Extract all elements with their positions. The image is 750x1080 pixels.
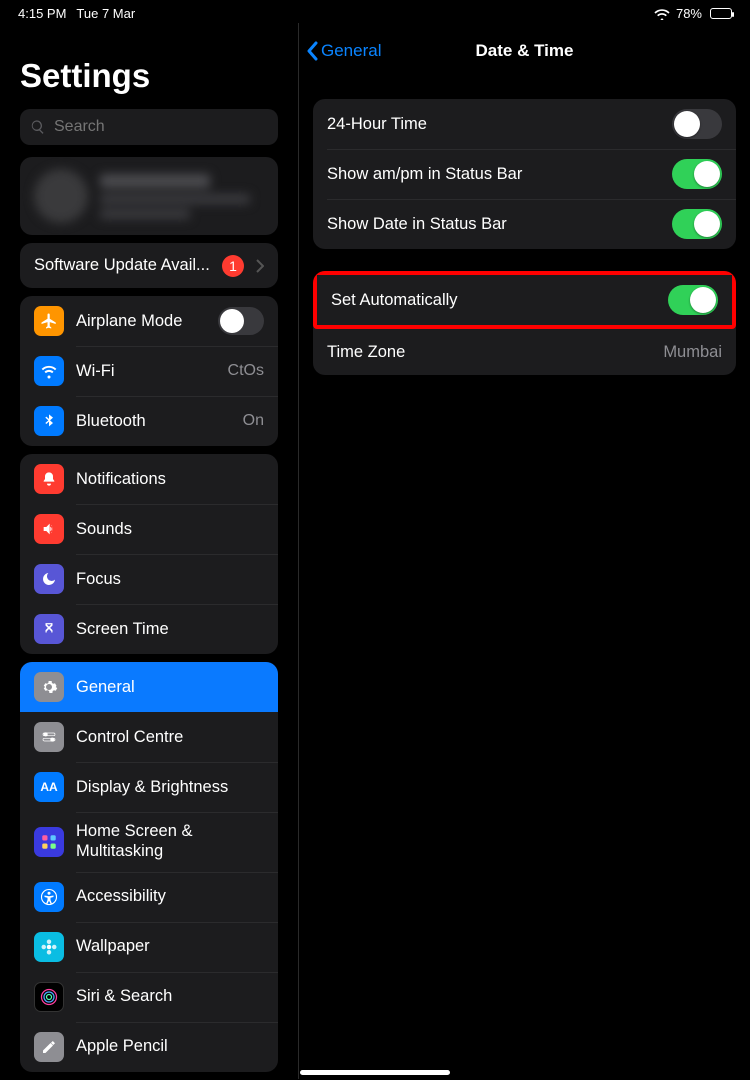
pencil-row[interactable]: Apple Pencil [20, 1022, 278, 1072]
set-automatically-toggle[interactable] [668, 285, 718, 315]
wallpaper-row[interactable]: Wallpaper [20, 922, 278, 972]
back-label: General [321, 41, 381, 61]
showdate-row[interactable]: Show Date in Status Bar [313, 199, 736, 249]
software-update-label: Software Update Avail... [34, 256, 210, 275]
wifi-label: Wi-Fi [76, 362, 216, 381]
wallpaper-label: Wallpaper [76, 937, 264, 956]
timezone-group: Set Automatically Time Zone Mumbai [313, 271, 736, 375]
ampm-row[interactable]: Show am/pm in Status Bar [313, 149, 736, 199]
grid-icon [34, 827, 64, 857]
siri-row[interactable]: Siri & Search [20, 972, 278, 1022]
homescreen-row[interactable]: Home Screen & Multitasking [20, 812, 278, 872]
ampm-toggle[interactable] [672, 159, 722, 189]
wifi-icon [654, 8, 670, 20]
battery-percent: 78% [676, 6, 702, 21]
apple-id-card[interactable] [20, 157, 278, 235]
search-field[interactable] [20, 109, 278, 145]
gear-icon [34, 672, 64, 702]
general-row[interactable]: General [20, 662, 278, 712]
avatar [34, 169, 88, 223]
update-badge: 1 [222, 255, 244, 277]
focus-label: Focus [76, 570, 264, 589]
bluetooth-row[interactable]: Bluetooth On [20, 396, 278, 446]
pencil-icon [34, 1032, 64, 1062]
airplane-icon [34, 306, 64, 336]
control-centre-label: Control Centre [76, 728, 264, 747]
home-indicator[interactable] [300, 1070, 450, 1075]
set-automatically-label: Set Automatically [331, 291, 656, 310]
search-input[interactable] [54, 118, 268, 136]
battery-icon [708, 8, 732, 19]
detail-pane: General Date & Time 24-Hour Time Show am… [299, 23, 750, 1079]
general-label: General [76, 678, 264, 697]
chevron-left-icon [305, 41, 319, 61]
bluetooth-icon [34, 406, 64, 436]
moon-icon [34, 564, 64, 594]
control-centre-row[interactable]: Control Centre [20, 712, 278, 762]
page-title: Settings [0, 23, 298, 105]
wifi-settings-icon [34, 356, 64, 386]
time-format-group: 24-Hour Time Show am/pm in Status Bar Sh… [313, 99, 736, 249]
timezone-row[interactable]: Time Zone Mumbai [313, 329, 736, 375]
status-time: 4:15 PM [18, 6, 66, 21]
wifi-value: CtOs [228, 362, 264, 380]
screentime-row[interactable]: Screen Time [20, 604, 278, 654]
accessibility-icon [34, 882, 64, 912]
focus-row[interactable]: Focus [20, 554, 278, 604]
timezone-value: Mumbai [663, 343, 722, 362]
bluetooth-label: Bluetooth [76, 412, 231, 431]
status-bar: 4:15 PM Tue 7 Mar 78% [0, 0, 750, 23]
text-size-icon: AA [34, 772, 64, 802]
screentime-label: Screen Time [76, 620, 264, 639]
set-automatically-row[interactable]: Set Automatically [317, 275, 732, 325]
showdate-label: Show Date in Status Bar [327, 215, 660, 234]
timezone-label: Time Zone [327, 343, 651, 362]
flower-icon [34, 932, 64, 962]
sounds-label: Sounds [76, 520, 264, 539]
twentyfour-hour-row[interactable]: 24-Hour Time [313, 99, 736, 149]
speaker-icon [34, 514, 64, 544]
airplane-toggle[interactable] [218, 307, 264, 335]
notifications-row[interactable]: Notifications [20, 454, 278, 504]
siri-icon [34, 982, 64, 1012]
settings-sidebar: Settings Software Update Avail... 1 Airp… [0, 23, 298, 1079]
status-date: Tue 7 Mar [76, 6, 135, 21]
pencil-label: Apple Pencil [76, 1037, 264, 1056]
notifications-label: Notifications [76, 470, 264, 489]
twentyfour-hour-label: 24-Hour Time [327, 115, 660, 134]
display-label: Display & Brightness [76, 778, 264, 797]
detail-title: Date & Time [476, 41, 574, 61]
software-update-row[interactable]: Software Update Avail... 1 [20, 243, 278, 288]
homescreen-label: Home Screen & Multitasking [76, 822, 264, 862]
profile-text [100, 174, 250, 219]
sounds-row[interactable]: Sounds [20, 504, 278, 554]
siri-label: Siri & Search [76, 987, 264, 1006]
ampm-label: Show am/pm in Status Bar [327, 165, 660, 184]
showdate-toggle[interactable] [672, 209, 722, 239]
airplane-label: Airplane Mode [76, 312, 206, 331]
hourglass-icon [34, 614, 64, 644]
switches-icon [34, 722, 64, 752]
back-button[interactable]: General [305, 41, 381, 61]
accessibility-row[interactable]: Accessibility [20, 872, 278, 922]
wifi-row[interactable]: Wi-Fi CtOs [20, 346, 278, 396]
accessibility-label: Accessibility [76, 887, 264, 906]
twentyfour-hour-toggle[interactable] [672, 109, 722, 139]
airplane-mode-row[interactable]: Airplane Mode [20, 296, 278, 346]
chevron-right-icon [256, 259, 264, 273]
bluetooth-value: On [243, 412, 264, 430]
display-row[interactable]: AA Display & Brightness [20, 762, 278, 812]
bell-icon [34, 464, 64, 494]
annotation-highlight: Set Automatically [313, 271, 736, 329]
search-icon [30, 119, 46, 135]
